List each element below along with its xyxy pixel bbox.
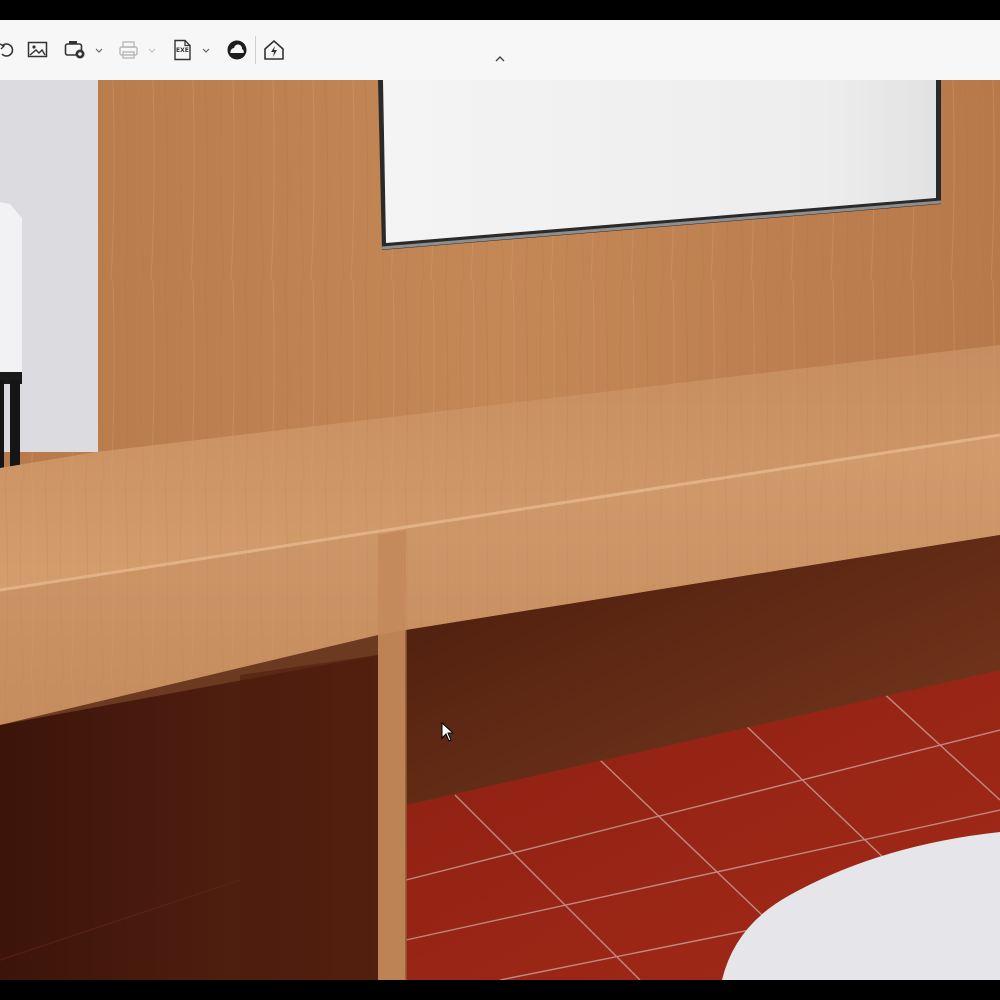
window-top-border (0, 0, 1000, 20)
mouse-cursor-icon (441, 722, 455, 742)
chevron-down-icon[interactable] (201, 46, 211, 56)
render-settings-icon[interactable] (64, 38, 88, 62)
toolbar-separator (255, 36, 256, 64)
render-toolbar: EXE (0, 20, 1000, 81)
image-icon[interactable] (27, 38, 49, 62)
house-lightning-icon[interactable] (263, 38, 285, 62)
render-viewport[interactable] (0, 80, 1000, 980)
window-bottom-border (0, 980, 1000, 1000)
scene-render (0, 80, 1000, 980)
chevron-down-icon[interactable] (147, 46, 157, 56)
undo-redo-icon[interactable] (0, 38, 16, 62)
chevron-up-icon[interactable] (493, 54, 507, 64)
export-exe-icon[interactable]: EXE (173, 38, 193, 62)
export-exe-label: EXE (176, 47, 189, 54)
cloud-icon[interactable] (226, 38, 248, 62)
print-icon[interactable] (118, 38, 140, 62)
chevron-down-icon[interactable] (94, 46, 104, 56)
white-cabinet (0, 202, 22, 378)
